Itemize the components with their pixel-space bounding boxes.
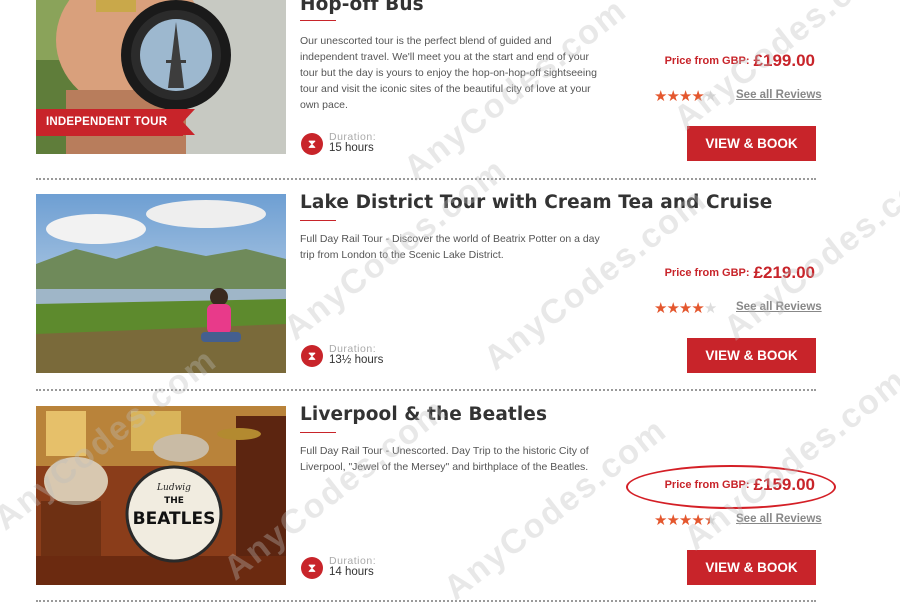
see-all-reviews-link[interactable]: See all Reviews: [736, 89, 822, 101]
tour-description: Full Day Rail Tour - Unescorted. Day Tri…: [300, 445, 589, 473]
divider: [36, 389, 816, 391]
hourglass-icon: ⧗: [301, 345, 323, 367]
star-icon: ★: [654, 512, 667, 529]
tour-image-lake-district[interactable]: [36, 194, 286, 373]
tour-image-beatles[interactable]: Ludwig THE BEATLES: [36, 406, 286, 585]
view-book-button[interactable]: VIEW & BOOK: [687, 550, 816, 585]
title-underline: [300, 20, 336, 21]
star-icon: ★: [678, 512, 692, 529]
duration-value: 13½ hours: [329, 354, 384, 366]
title-underline: [300, 220, 336, 221]
view-book-button[interactable]: VIEW & BOOK: [687, 126, 816, 161]
star-icon: ★: [666, 512, 679, 529]
see-all-reviews-link[interactable]: See all Reviews: [736, 301, 822, 313]
price: Price from GBP: £199.00: [665, 51, 815, 71]
price-amount: £219.00: [753, 263, 815, 282]
star-icon: ★: [666, 88, 679, 105]
star-icon: ★: [678, 88, 692, 105]
view-book-button[interactable]: VIEW & BOOK: [687, 338, 816, 373]
star-icon-half: ★: [703, 512, 717, 529]
watermark: AnyCodes.com: [716, 150, 900, 348]
tour-title[interactable]: Lake District Tour with Cream Tea and Cr…: [300, 192, 772, 213]
star-icon-empty: ★: [703, 88, 717, 105]
hourglass-icon: ⧗: [301, 557, 323, 579]
divider: [36, 178, 816, 180]
star-rating: ★★★★★: [654, 511, 717, 529]
price-label: Price from GBP:: [664, 55, 750, 67]
star-icon-empty: ★: [703, 300, 717, 317]
tour-description: Our unescorted tour is the perfect blend…: [300, 35, 597, 111]
star-icon: ★: [654, 300, 667, 317]
price: Price from GBP: £219.00: [665, 263, 815, 283]
price-amount: £199.00: [753, 51, 815, 70]
svg-text:THE: THE: [164, 496, 184, 506]
duration-value: 14 hours: [329, 566, 374, 578]
price-label: Price from GBP:: [664, 267, 750, 279]
drum-brand-text: Ludwig: [156, 483, 191, 493]
tour-title[interactable]: Hop-off Bus: [300, 0, 424, 15]
tour-title[interactable]: Liverpool & the Beatles: [300, 404, 547, 425]
svg-text:BEATLES: BEATLES: [133, 509, 216, 529]
star-rating: ★★★★★: [654, 299, 717, 317]
independent-tour-badge: INDEPENDENT TOUR: [36, 109, 196, 136]
star-icon: ★: [678, 300, 692, 317]
see-all-reviews-link[interactable]: See all Reviews: [736, 513, 822, 525]
star-icon: ★: [666, 300, 679, 317]
star-icon: ★: [691, 512, 704, 529]
star-rating: ★★★★★: [654, 87, 717, 105]
divider: [36, 600, 816, 602]
hourglass-icon: ⧗: [301, 133, 323, 155]
star-icon: ★: [691, 88, 704, 105]
title-underline: [300, 432, 336, 433]
star-icon: ★: [691, 300, 704, 317]
watermark: AnyCodes.com: [436, 410, 675, 608]
tour-description: Full Day Rail Tour - Discover the world …: [300, 233, 600, 261]
highlight-circle: [626, 465, 836, 509]
star-icon: ★: [654, 88, 667, 105]
duration-value: 15 hours: [329, 142, 374, 154]
